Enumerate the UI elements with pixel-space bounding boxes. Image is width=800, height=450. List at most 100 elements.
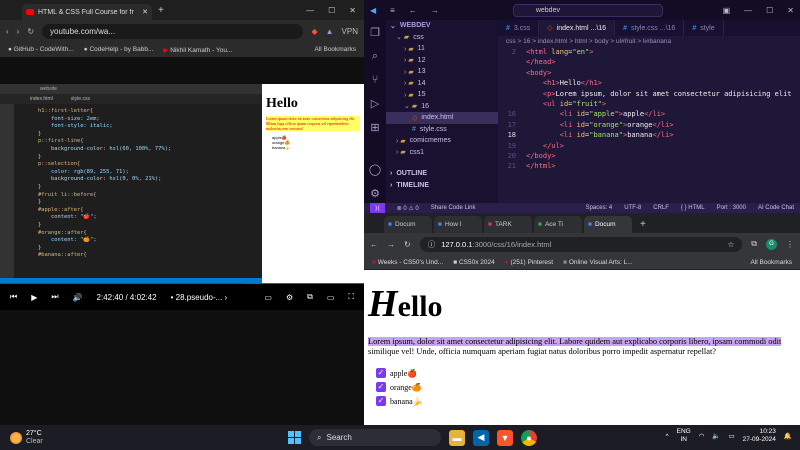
forward-icon[interactable]: → [387,240,395,249]
forward-arrow-icon[interactable]: → [431,6,439,15]
brave-taskbar-icon[interactable]: ▼ [497,429,513,446]
preview-tab[interactable]: ■ TARK [484,216,532,233]
notifications-icon[interactable]: 🔔 [784,432,792,440]
bookmark-0[interactable]: ■ Weeks - CS50's Und... [372,259,443,266]
battery-icon[interactable]: ▭ [729,432,735,440]
editor-tab[interactable]: # style.css ...\16 [615,20,685,36]
menu-icon[interactable]: ⋮ [786,240,794,249]
fullscreen-icon[interactable]: ⛶ [348,292,354,302]
tree-item[interactable]: › ▰ 14 [386,78,498,90]
chrome-taskbar-icon[interactable]: ● [521,429,537,446]
miniplayer-icon[interactable]: ⧉ [307,292,313,302]
bookmark-1[interactable]: ■ CS50x 2024 [453,259,495,266]
settings-icon[interactable]: ⚙ [286,293,293,302]
tree-item[interactable]: # style.css [386,124,498,136]
maximize-button[interactable]: ☐ [766,6,773,15]
bookmark-3[interactable]: ■ Online Visual Arts: L... [563,259,633,266]
editor-tab[interactable]: #3.css [498,20,540,36]
all-bookmarks[interactable]: All Bookmarks [750,259,792,266]
extensions-icon[interactable]: ⧉ [751,239,757,249]
profile-avatar[interactable]: G [766,238,777,250]
search-icon[interactable]: ⌕ [372,50,378,63]
live-server-port[interactable]: Port : 3000 [717,205,746,211]
close-window-button[interactable]: ✕ [349,6,356,15]
volume-icon[interactable]: 🔊 [73,293,83,302]
tree-item[interactable]: › ▰ 13 [386,66,498,78]
preview-tab[interactable]: ■ Docum [384,216,432,233]
site-info-icon[interactable]: ⓘ [428,239,436,250]
back-arrow-icon[interactable]: ← [409,6,417,15]
weather-widget[interactable]: 27°C Clear [0,430,43,446]
run-debug-icon[interactable]: ▷ [371,97,379,110]
vscode-taskbar-icon[interactable]: ◀ [473,429,489,446]
new-tab-button[interactable]: + [158,5,164,16]
account-icon[interactable]: ◯ [369,163,381,176]
menu-icon[interactable]: ≡ [390,6,395,15]
brave-shield-icon[interactable]: ◆ [311,27,317,36]
source-control-icon[interactable]: ⑂ [372,74,379,86]
code-editor[interactable]: 2 <html lang="en"> </head> <body> <h1>Hello… [498,47,800,172]
back-icon[interactable]: ‹ [6,27,9,36]
taskbar-search[interactable]: ⌕ Search [309,429,441,446]
close-icon[interactable]: ✕ [142,8,148,16]
remote-indicator[interactable]: ⟩⟨ [370,203,385,213]
explorer-root[interactable]: ⌄ WEBDEV [386,20,498,32]
wifi-icon[interactable]: ◠ [699,432,705,440]
tree-item[interactable]: › ▰ 15 [386,89,498,101]
preview-tab[interactable]: ■ How I [434,216,482,233]
indent-setting[interactable]: Spaces: 4 [586,205,613,211]
windows-start-icon[interactable] [288,431,301,444]
tab-youtube[interactable]: HTML & CSS Full Course for fr ✕ [22,4,152,20]
editor-tab[interactable]: # style [684,20,724,36]
explorer-icon[interactable]: ❐ [370,26,380,39]
chapter-title[interactable]: • 28.pseudo-... › [171,293,228,302]
minimize-button[interactable]: — [744,6,752,15]
all-bookmarks[interactable]: All Bookmarks [314,46,356,53]
chevron-up-icon[interactable]: ^ [666,433,669,440]
reload-icon[interactable]: ↻ [27,27,34,36]
input-language[interactable]: ENG IN [677,428,691,444]
theater-icon[interactable]: ▭ [327,293,335,302]
clock[interactable]: 10:23 27-09-2024 [743,428,776,444]
ai-code-chat[interactable]: AI Code Chat [758,205,794,211]
line-ending[interactable]: CRLF [653,205,669,211]
command-center-search[interactable]: webdev [512,3,663,17]
back-icon[interactable]: ← [370,240,378,249]
url-field[interactable]: youtube.com/wa... [42,23,304,39]
bookmark-2[interactable]: ▶ Nikhil Kamath - You... [163,46,232,54]
preview-tab[interactable]: ■ Ace Ti [534,216,582,233]
tree-item[interactable]: ⌄ ▰ css [386,32,498,44]
layout-icon[interactable]: ▣ [723,6,731,15]
file-explorer-icon[interactable]: ▬ [449,429,465,446]
tree-item[interactable]: › ▰ 12 [386,55,498,67]
rewards-icon[interactable]: ▲ [326,27,334,36]
new-tab-button[interactable]: + [640,219,646,230]
vpn-button[interactable]: VPN [342,27,358,36]
next-icon[interactable]: ⏭ [51,292,58,302]
preview-tab[interactable]: ■ Docum [584,216,632,233]
encoding[interactable]: UTF-8 [624,205,641,211]
outline-section[interactable]: › OUTLINE [386,168,498,180]
minimize-button[interactable]: — [306,6,314,15]
preview-url-field[interactable]: ⓘ 127.0.0.1:3000/css/16/index.html ☆ [419,236,743,252]
bookmark-2[interactable]: ● (251) Pinterest [505,259,553,266]
forward-icon[interactable]: › [17,27,20,36]
language-mode[interactable]: { } HTML [681,205,705,211]
speaker-icon[interactable]: 🔈 [712,432,720,440]
close-window-button[interactable]: ✕ [787,6,794,15]
bookmark-0[interactable]: ● GitHub - CodeWith... [8,46,74,53]
breadcrumb[interactable]: css > 16 > index.html > html > body > ul… [498,36,800,47]
extensions-icon[interactable]: ⊞ [370,121,379,134]
editor-tab[interactable]: ◇ index.html ...\16 [539,20,616,36]
manage-gear-icon[interactable]: ⚙ [370,187,380,200]
tree-item[interactable]: › ▰ css1 [386,147,498,159]
play-icon[interactable]: ▶ [31,293,37,302]
tree-item[interactable]: › ▰ 11 [386,43,498,55]
share-code-link[interactable]: Share Code Link [431,205,476,211]
bookmark-1[interactable]: ● CodeHelp - by Babb... [84,46,154,53]
timeline-section[interactable]: › TIMELINE [386,180,498,192]
previous-icon[interactable]: ⏮ [10,292,17,302]
tree-item[interactable]: › ▰ comicmemes [386,135,498,147]
tree-item[interactable]: ⌄ ▰ 16 [386,101,498,113]
problems-count[interactable]: ⊗ 0 ⚠ 0 [397,205,419,212]
